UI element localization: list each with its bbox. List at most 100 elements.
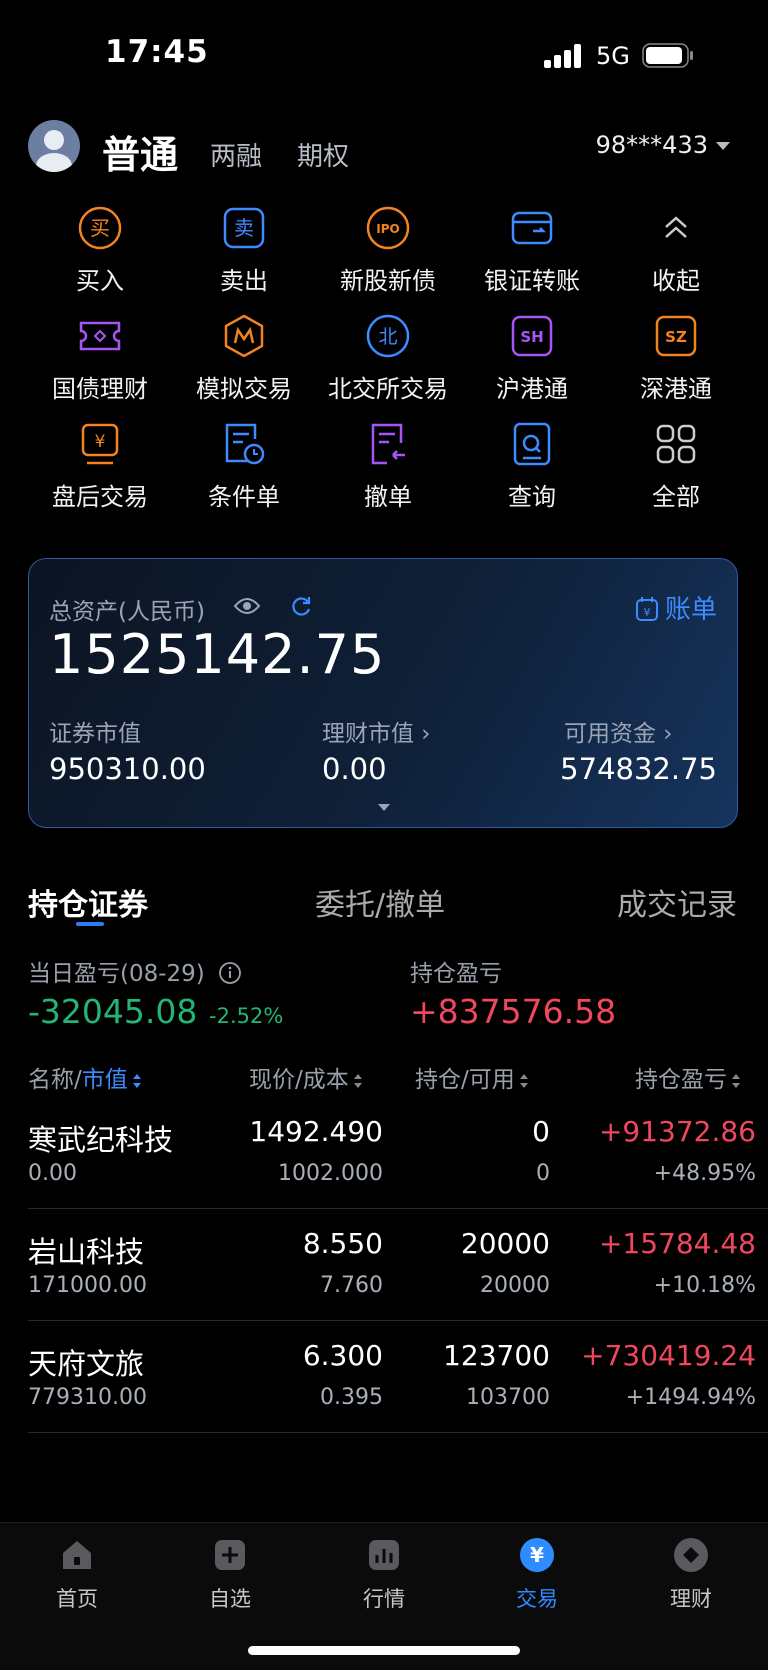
action-label: 模拟交易 [196, 375, 292, 403]
cost-price: 0.395 [320, 1385, 383, 1410]
chevron-down-icon [716, 142, 730, 150]
sell-icon: 卖 [223, 207, 265, 249]
market-chart-icon [369, 1540, 399, 1570]
refresh-icon[interactable] [289, 594, 313, 618]
action-bank-transfer[interactable]: 银证转账 [460, 205, 604, 296]
simulate-icon [224, 314, 264, 358]
action-label: 盘后交易 [52, 483, 148, 511]
stock-name: 天府文旅 [28, 1347, 145, 1381]
position-pnl-percent: +1494.94% [625, 1385, 756, 1410]
sort-icon [732, 1073, 740, 1088]
action-bjs[interactable]: 北 北交所交易 [316, 313, 460, 404]
action-simulate[interactable]: 模拟交易 [172, 313, 316, 404]
tab-options[interactable]: 期权 [297, 136, 349, 173]
status-time: 17:45 [105, 34, 209, 70]
action-treasury[interactable]: 国债理财 [28, 313, 172, 404]
current-price: 8.550 [302, 1227, 383, 1260]
home-indicator [248, 1646, 520, 1655]
cash-label: 可用资金 [564, 721, 656, 747]
table-row[interactable]: 寒武纪科技 0.00 1492.490 1002.000 0 0 +91372.… [28, 1097, 768, 1209]
tab-positions[interactable]: 持仓证券 [28, 880, 148, 924]
signal-icon [544, 44, 584, 68]
wealth-link[interactable]: 理财市值 › [322, 714, 431, 748]
buy-icon: 买 [78, 206, 122, 250]
tab-orders[interactable]: 委托/撤单 [315, 880, 445, 924]
table-row[interactable]: 天府文旅 779310.00 6.300 0.395 123700 103700… [28, 1321, 768, 1433]
action-shhk[interactable]: SH 沪港通 [460, 313, 604, 404]
nav-market[interactable]: 行情 [334, 1537, 434, 1613]
battery-icon [642, 43, 693, 68]
trade-yen-icon: ¥ [520, 1538, 554, 1572]
calendar-icon: ¥ [635, 597, 658, 621]
daily-pnl-percent: -2.52% [209, 1004, 284, 1028]
cash-value: 574832.75 [560, 752, 717, 786]
action-label: 查询 [508, 483, 556, 511]
action-label: 新股新债 [340, 267, 436, 295]
action-query[interactable]: 查询 [460, 421, 604, 512]
svg-text:北: 北 [378, 326, 397, 348]
daily-pnl-value: -32045.08 [28, 992, 198, 1031]
nav-trade[interactable]: ¥ 交易 [487, 1537, 587, 1613]
cost-price: 1002.000 [278, 1161, 383, 1186]
col-name-value[interactable]: 名称/市值 [28, 1060, 142, 1094]
query-icon [513, 422, 551, 466]
total-assets-label: 总资产(人民币) [49, 599, 205, 625]
action-label: 沪港通 [496, 375, 568, 403]
action-collapse[interactable]: 收起 [604, 205, 748, 296]
account-number: 98***433 [595, 131, 708, 159]
action-ipo[interactable]: IPO 新股新债 [316, 205, 460, 296]
cash-link[interactable]: 可用资金 › [564, 714, 673, 748]
eye-icon[interactable] [233, 595, 261, 617]
action-after-hours[interactable]: ¥ 盘后交易 [28, 421, 172, 512]
position-pnl: +15784.48 [598, 1227, 756, 1260]
action-label: 北交所交易 [328, 375, 448, 403]
tab-normal[interactable]: 普通 [102, 124, 178, 179]
action-label: 收起 [652, 267, 700, 295]
bjs-icon: 北 [366, 314, 410, 358]
action-label: 国债理财 [52, 375, 148, 403]
action-label: 银证转账 [484, 267, 580, 295]
tab-trades[interactable]: 成交记录 [617, 880, 737, 924]
position-pnl-percent: +48.95% [653, 1161, 756, 1186]
nav-wealth[interactable]: 理财 [641, 1537, 741, 1613]
tab-margin[interactable]: 两融 [210, 136, 262, 173]
col-qty[interactable]: 持仓/可用 [415, 1060, 529, 1094]
total-assets-value: 1525142.75 [49, 623, 386, 686]
info-icon[interactable] [218, 961, 242, 985]
account-selector[interactable]: 98***433 [596, 131, 730, 159]
market-value: 0.00 [28, 1161, 77, 1186]
stock-name: 寒武纪科技 [28, 1123, 174, 1157]
network-label: 5G [596, 42, 630, 70]
card-transfer-icon [511, 211, 553, 245]
position-pnl: +91372.86 [598, 1115, 756, 1148]
action-cancel-order[interactable]: 撤单 [316, 421, 460, 512]
securities-label: 证券市值 [49, 721, 141, 747]
action-label: 撤单 [364, 483, 412, 511]
svg-text:IPO: IPO [376, 222, 399, 236]
action-szhk[interactable]: SZ 深港通 [604, 313, 748, 404]
action-sell[interactable]: 卖 卖出 [172, 205, 316, 296]
col-hold-pnl[interactable]: 持仓盈亏 [635, 1060, 741, 1094]
svg-text:SZ: SZ [665, 328, 687, 346]
svg-text:¥: ¥ [530, 1543, 544, 1567]
col-price-cost[interactable]: 现价/成本 [249, 1060, 363, 1094]
market-value: 171000.00 [28, 1273, 147, 1298]
nav-home[interactable]: 首页 [27, 1537, 127, 1613]
expand-caret-icon[interactable] [378, 804, 390, 811]
cancel-order-icon [371, 423, 405, 465]
action-condition-order[interactable]: 条件单 [172, 421, 316, 512]
action-buy[interactable]: 买 买入 [28, 205, 172, 296]
hold-pnl-value: +837576.58 [410, 992, 617, 1031]
table-row[interactable]: 岩山科技 171000.00 8.550 7.760 20000 20000 +… [28, 1209, 768, 1321]
action-label: 买入 [76, 267, 124, 295]
condition-order-icon [225, 423, 265, 465]
hold-pnl-label: 持仓盈亏 [410, 961, 502, 987]
action-label: 全部 [652, 483, 700, 511]
daily-pnl-label: 当日盈亏(08-29) [28, 954, 242, 988]
tab-underline [76, 922, 104, 926]
nav-watchlist[interactable]: 自选 [180, 1537, 280, 1613]
bill-link[interactable]: ¥ 账单 [635, 589, 717, 626]
action-all[interactable]: 全部 [604, 421, 748, 512]
home-icon [63, 1541, 91, 1569]
avatar[interactable] [28, 120, 80, 172]
